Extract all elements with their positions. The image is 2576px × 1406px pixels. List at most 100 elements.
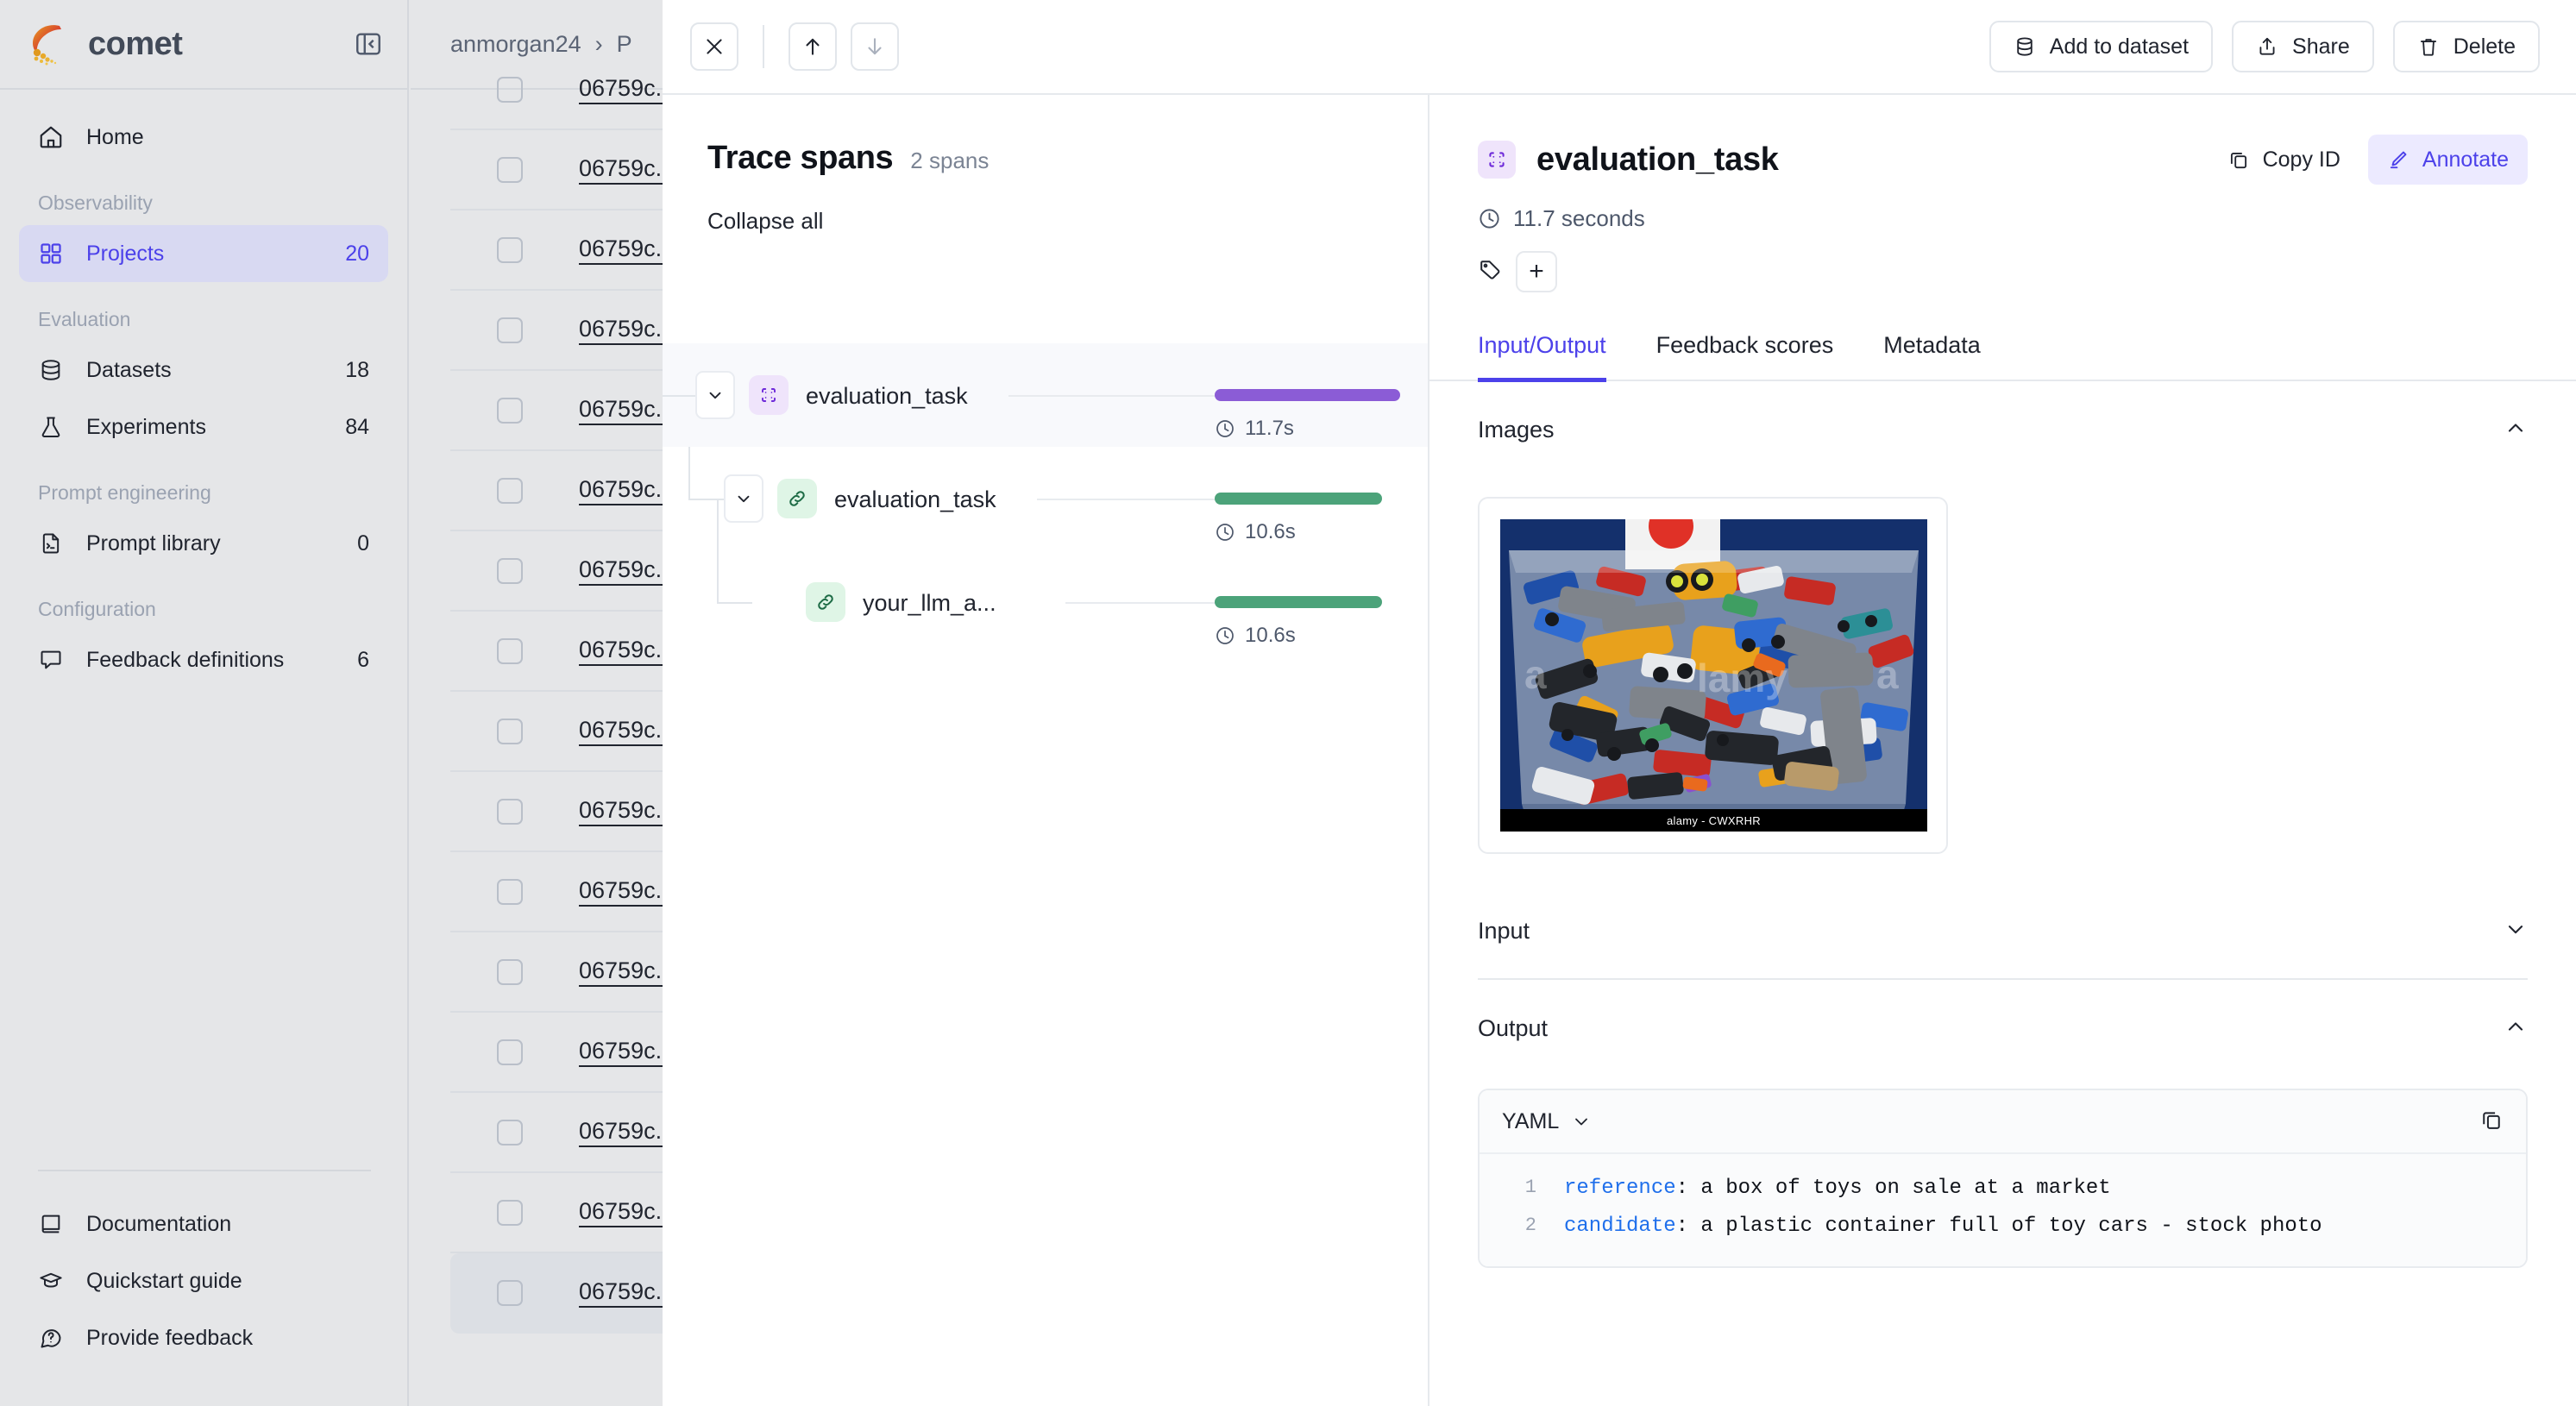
panel-collapse-icon[interactable]	[354, 29, 383, 59]
trace-id-link[interactable]: 06759c..	[579, 235, 669, 266]
language-selector[interactable]: YAML	[1502, 1109, 1592, 1134]
trace-id-link[interactable]: 06759c..	[579, 1037, 669, 1068]
trace-id-link[interactable]: 06759c..	[579, 395, 669, 426]
trace-id-link[interactable]: 06759c..	[579, 796, 669, 827]
grid-icon	[38, 241, 64, 267]
sidebar-item-quickstart-guide[interactable]: Quickstart guide	[19, 1252, 390, 1309]
row-checkbox[interactable]	[497, 157, 523, 183]
square-dashed-icon	[1478, 141, 1516, 179]
span-duration: 11.7 seconds	[1478, 205, 2528, 232]
row-checkbox[interactable]	[497, 398, 523, 424]
copy-id-button[interactable]: Copy ID	[2208, 135, 2359, 185]
row-checkbox[interactable]	[497, 237, 523, 263]
sidebar-item-count: 20	[345, 242, 369, 267]
span-detail-panel: evaluation_task Copy ID	[1429, 95, 2576, 1406]
input-section-title: Input	[1478, 918, 1530, 945]
image-card[interactable]: alamya alamy - CWXRHR	[1478, 497, 1948, 854]
annotate-button[interactable]: Annotate	[2368, 135, 2528, 185]
sidebar-item-prompt-library[interactable]: Prompt library 0	[19, 515, 388, 572]
span-expand-toggle[interactable]	[724, 474, 763, 523]
sidebar-item-home[interactable]: Home	[19, 109, 388, 166]
sidebar-item-feedback-definitions[interactable]: Feedback definitions 6	[19, 631, 388, 688]
trace-id-link[interactable]: 06759c..	[579, 74, 669, 105]
row-checkbox[interactable]	[497, 317, 523, 343]
row-checkbox[interactable]	[497, 799, 523, 825]
copy-code-icon[interactable]	[2479, 1108, 2504, 1136]
trace-detail-modal: Add to dataset Share Delete	[663, 0, 2576, 1406]
span-duration: 11.7s	[1215, 417, 1294, 441]
sidebar-item-experiments[interactable]: Experiments 84	[19, 399, 388, 455]
row-checkbox[interactable]	[497, 1200, 523, 1226]
next-trace-icon[interactable]	[851, 22, 899, 71]
sidebar-item-provide-feedback[interactable]: Provide feedback	[19, 1309, 390, 1366]
delete-button[interactable]: Delete	[2393, 21, 2540, 72]
yaml-value: : a box of toys on sale at a market	[1676, 1173, 2111, 1204]
span-row[interactable]: evaluation_task10.6s	[663, 447, 1428, 550]
span-leader-line	[1008, 395, 1215, 397]
share-button[interactable]: Share	[2232, 21, 2374, 72]
add-tag-button[interactable]: +	[1516, 251, 1557, 292]
row-checkbox[interactable]	[497, 1039, 523, 1065]
code-line: 1reference: a box of toys on sale at a m…	[1480, 1170, 2526, 1208]
modal-toolbar: Add to dataset Share Delete	[663, 0, 2576, 95]
trace-id-link[interactable]: 06759c..	[579, 1117, 669, 1148]
sidebar-group-prompt-engineering: Prompt engineering	[19, 455, 388, 515]
tab-metadata[interactable]: Metadata	[1883, 332, 1981, 382]
chevron-up-icon[interactable]	[2504, 1014, 2528, 1043]
input-section-header[interactable]: Input	[1478, 883, 2528, 980]
span-expand-toggle[interactable]	[695, 371, 735, 419]
trace-id-link[interactable]: 06759c..	[579, 716, 669, 747]
trace-id-link[interactable]: 06759c..	[579, 475, 669, 506]
trace-spans-title: Trace spans	[707, 140, 893, 177]
sidebar-item-label: Projects	[86, 242, 323, 267]
chevron-down-icon[interactable]	[2504, 917, 2528, 945]
row-checkbox[interactable]	[497, 558, 523, 584]
image-watermark: alamy - CWXRHR	[1500, 809, 1927, 832]
sidebar-item-label: Quickstart guide	[86, 1269, 371, 1294]
row-checkbox[interactable]	[497, 1280, 523, 1306]
trace-id-link[interactable]: 06759c..	[579, 555, 669, 587]
trace-id-link[interactable]: 06759c..	[579, 636, 669, 667]
tab-input-output[interactable]: Input/Output	[1478, 332, 1606, 382]
sidebar-item-count: 0	[357, 531, 369, 556]
previous-trace-icon[interactable]	[789, 22, 837, 71]
detail-tabs: Input/Output Feedback scores Metadata	[1429, 332, 2576, 381]
sidebar-nav: Home Observability Projects 20 Evaluatio…	[0, 90, 407, 688]
message-square-icon	[38, 647, 64, 673]
sidebar-item-datasets[interactable]: Datasets 18	[19, 342, 388, 399]
trace-id-link[interactable]: 06759c..	[579, 315, 669, 346]
output-section-header[interactable]: Output	[1478, 980, 2528, 1076]
trace-id-link[interactable]: 06759c..	[579, 876, 669, 907]
code-line: 2candidate: a plastic container full of …	[1480, 1208, 2526, 1246]
row-checkbox[interactable]	[497, 77, 523, 103]
row-checkbox[interactable]	[497, 478, 523, 504]
trace-id-link[interactable]: 06759c..	[579, 1277, 669, 1309]
row-checkbox[interactable]	[497, 959, 523, 985]
trace-id-link[interactable]: 06759c..	[579, 154, 669, 185]
trace-id-link[interactable]: 06759c..	[579, 957, 669, 988]
link-icon	[777, 479, 817, 518]
sidebar-group-configuration: Configuration	[19, 572, 388, 631]
brand-logo[interactable]: comet	[26, 20, 182, 68]
chevron-up-icon[interactable]	[2504, 416, 2528, 444]
home-icon	[38, 124, 64, 150]
collapse-all-button[interactable]: Collapse all	[663, 177, 823, 235]
span-name: evaluation_task	[806, 383, 968, 410]
trace-id-link[interactable]: 06759c..	[579, 1197, 669, 1228]
sidebar-item-label: Experiments	[86, 415, 323, 440]
book-icon	[38, 1211, 64, 1237]
row-checkbox[interactable]	[497, 719, 523, 744]
row-checkbox[interactable]	[497, 1120, 523, 1146]
row-checkbox[interactable]	[497, 638, 523, 664]
span-duration-label: 11.7 seconds	[1513, 205, 1645, 232]
tab-feedback-scores[interactable]: Feedback scores	[1656, 332, 1834, 382]
sidebar-item-projects[interactable]: Projects 20	[19, 225, 388, 282]
close-icon[interactable]	[690, 22, 738, 71]
sidebar-item-documentation[interactable]: Documentation	[19, 1196, 390, 1252]
add-to-dataset-button[interactable]: Add to dataset	[1989, 21, 2213, 72]
images-section-header[interactable]: Images	[1478, 381, 2528, 478]
tags-row: +	[1478, 251, 2528, 292]
span-row[interactable]: your_llm_a...10.6s	[663, 550, 1428, 654]
span-row[interactable]: evaluation_task 11.7s	[663, 343, 1428, 447]
row-checkbox[interactable]	[497, 879, 523, 905]
